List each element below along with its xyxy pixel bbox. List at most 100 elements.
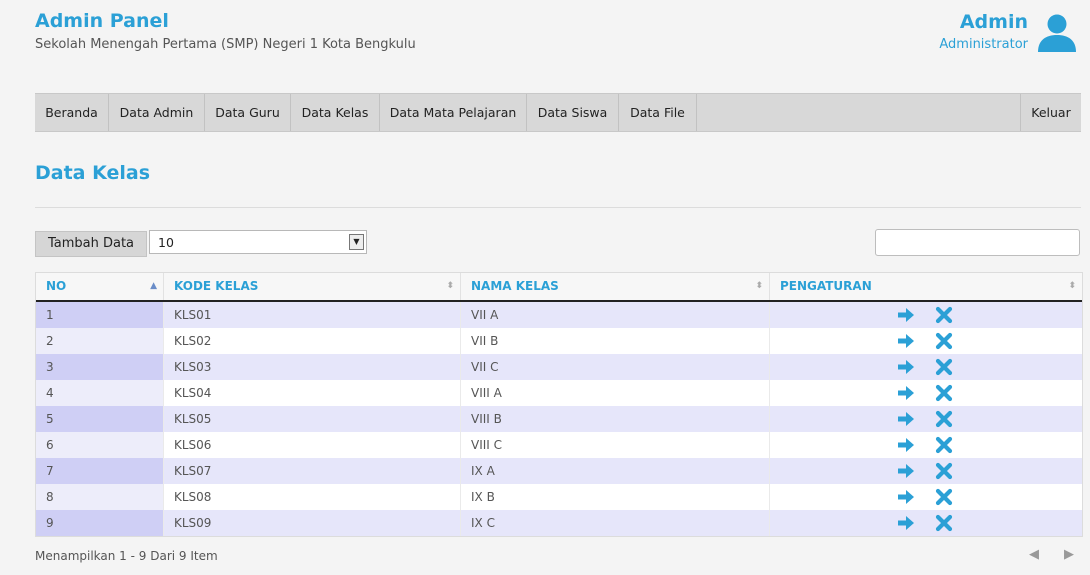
cell-no: 8: [36, 484, 164, 510]
add-data-button[interactable]: Tambah Data: [35, 231, 147, 257]
arrow-right-icon[interactable]: [897, 514, 915, 532]
school-name: Sekolah Menengah Pertama (SMP) Negeri 1 …: [35, 37, 416, 52]
cell-nama-kelas: IX B: [461, 484, 770, 510]
cell-actions: [770, 328, 1082, 354]
cell-no: 7: [36, 458, 164, 484]
nav-data-admin[interactable]: Data Admin: [109, 94, 205, 131]
page-title: Data Kelas: [35, 162, 151, 184]
arrow-right-icon[interactable]: [897, 306, 915, 324]
user-block: Admin Administrator: [939, 10, 1028, 52]
user-icon: [1038, 14, 1076, 52]
table-row: 6 KLS06 VIII C: [36, 432, 1082, 458]
table-row: 8 KLS08 IX B: [36, 484, 1082, 510]
arrow-right-icon[interactable]: [897, 332, 915, 350]
close-icon[interactable]: [935, 462, 953, 480]
arrow-right-icon[interactable]: [897, 436, 915, 454]
cell-actions: [770, 302, 1082, 328]
cell-actions: [770, 406, 1082, 432]
arrow-right-icon[interactable]: [897, 462, 915, 480]
cell-no: 4: [36, 380, 164, 406]
close-icon[interactable]: [935, 332, 953, 350]
table-body: 1 KLS01 VII A 2 KLS02 VII B 3 KLS03 VII C 4 KLS04 V…: [36, 302, 1082, 536]
cell-nama-kelas: VIII B: [461, 406, 770, 432]
cell-no: 9: [36, 510, 164, 536]
app-title: Admin Panel: [35, 10, 169, 32]
arrow-right-icon[interactable]: [897, 358, 915, 376]
close-icon[interactable]: [935, 488, 953, 506]
nav-data-kelas[interactable]: Data Kelas: [291, 94, 380, 131]
table-row: 4 KLS04 VIII A: [36, 380, 1082, 406]
divider: [35, 207, 1081, 208]
column-header-no[interactable]: NO ▲: [36, 273, 164, 300]
table-row: 5 KLS05 VIII B: [36, 406, 1082, 432]
nav-logout[interactable]: Keluar: [1020, 94, 1081, 131]
cell-kode-kelas: KLS05: [164, 406, 461, 432]
search-input[interactable]: [875, 229, 1080, 256]
close-icon[interactable]: [935, 514, 953, 532]
nav-data-siswa[interactable]: Data Siswa: [527, 94, 619, 131]
arrow-right-icon[interactable]: [897, 488, 915, 506]
cell-no: 5: [36, 406, 164, 432]
cell-kode-kelas: KLS06: [164, 432, 461, 458]
cell-kode-kelas: KLS01: [164, 302, 461, 328]
column-label: KODE KELAS: [174, 279, 259, 293]
cell-no: 1: [36, 302, 164, 328]
close-icon[interactable]: [935, 358, 953, 376]
nav-data-guru[interactable]: Data Guru: [205, 94, 291, 131]
table-row: 9 KLS09 IX C: [36, 510, 1082, 536]
chevron-down-icon[interactable]: ▼: [349, 234, 364, 250]
cell-nama-kelas: IX C: [461, 510, 770, 536]
sort-icon: ⬍: [446, 281, 454, 291]
next-icon[interactable]: ▶: [1064, 547, 1074, 562]
column-header-pengaturan[interactable]: PENGATURAN ⬍: [770, 273, 1082, 300]
cell-nama-kelas: VIII C: [461, 432, 770, 458]
pagination-info: Menampilkan 1 - 9 Dari 9 Item: [35, 549, 218, 563]
cell-actions: [770, 354, 1082, 380]
column-header-nama-kelas[interactable]: NAMA KELAS ⬍: [461, 273, 770, 300]
column-label: NO: [46, 279, 67, 293]
close-icon[interactable]: [935, 384, 953, 402]
column-header-kode-kelas[interactable]: KODE KELAS ⬍: [164, 273, 461, 300]
cell-nama-kelas: VII A: [461, 302, 770, 328]
cell-nama-kelas: VII C: [461, 354, 770, 380]
table-row: 3 KLS03 VII C: [36, 354, 1082, 380]
sort-asc-icon: ▲: [150, 281, 157, 291]
data-table: NO ▲ KODE KELAS ⬍ NAMA KELAS ⬍ PENGATURA…: [35, 272, 1083, 537]
column-label: NAMA KELAS: [471, 279, 559, 293]
user-name: Admin: [959, 11, 1028, 33]
cell-nama-kelas: IX A: [461, 458, 770, 484]
page-size-select[interactable]: 10 ▼: [149, 230, 367, 254]
table-row: 2 KLS02 VII B: [36, 328, 1082, 354]
table-header: NO ▲ KODE KELAS ⬍ NAMA KELAS ⬍ PENGATURA…: [36, 273, 1082, 302]
page-size-value: 10: [158, 235, 174, 250]
cell-actions: [770, 484, 1082, 510]
cell-actions: [770, 432, 1082, 458]
cell-no: 2: [36, 328, 164, 354]
column-label: PENGATURAN: [780, 279, 872, 293]
sort-icon: ⬍: [1068, 281, 1076, 291]
main-nav: Beranda Data Admin Data Guru Data Kelas …: [35, 93, 1081, 132]
cell-actions: [770, 510, 1082, 536]
nav-data-file[interactable]: Data File: [619, 94, 697, 131]
arrow-right-icon[interactable]: [897, 410, 915, 428]
cell-kode-kelas: KLS09: [164, 510, 461, 536]
close-icon[interactable]: [935, 306, 953, 324]
user-role: Administrator: [939, 37, 1028, 52]
cell-no: 6: [36, 432, 164, 458]
cell-no: 3: [36, 354, 164, 380]
cell-actions: [770, 380, 1082, 406]
cell-nama-kelas: VII B: [461, 328, 770, 354]
sort-icon: ⬍: [755, 281, 763, 291]
cell-nama-kelas: VIII A: [461, 380, 770, 406]
prev-icon[interactable]: ◀: [1029, 547, 1039, 562]
cell-kode-kelas: KLS04: [164, 380, 461, 406]
arrow-right-icon[interactable]: [897, 384, 915, 402]
cell-kode-kelas: KLS08: [164, 484, 461, 510]
cell-kode-kelas: KLS07: [164, 458, 461, 484]
close-icon[interactable]: [935, 436, 953, 454]
cell-kode-kelas: KLS03: [164, 354, 461, 380]
close-icon[interactable]: [935, 410, 953, 428]
nav-beranda[interactable]: Beranda: [35, 94, 109, 131]
cell-kode-kelas: KLS02: [164, 328, 461, 354]
nav-data-mata-pelajaran[interactable]: Data Mata Pelajaran: [380, 94, 527, 131]
